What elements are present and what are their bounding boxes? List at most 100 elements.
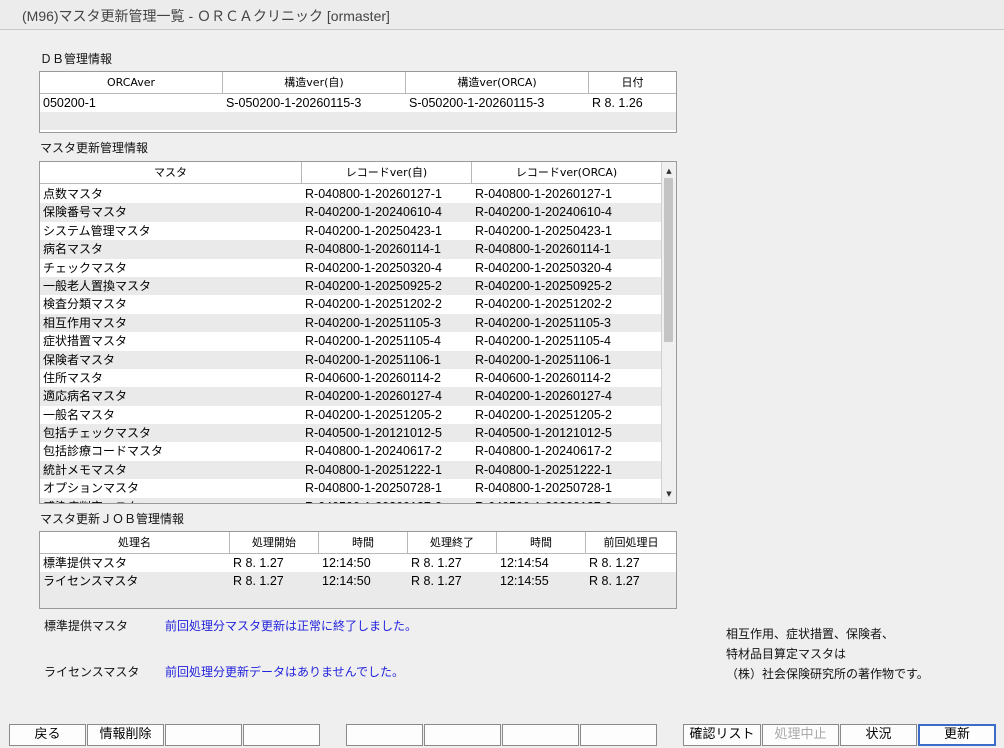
cell-record-ver-orca: R-040200-1-20240610-4 xyxy=(475,205,612,220)
message-text-license: 前回処理分更新データはありませんでした。 xyxy=(165,665,405,679)
copyright-line: 特材品目算定マスタは xyxy=(726,647,847,661)
master-scrollbar[interactable]: ▲ ▼ xyxy=(661,162,676,503)
scrollbar-thumb[interactable] xyxy=(664,178,673,342)
cell-record-ver-self: R-040200-1-20240610-4 xyxy=(305,205,442,220)
table-row[interactable]: 包括チェックマスタ R-040500-1-20121012-5 R-040500-1… xyxy=(40,424,661,443)
cell-master: 保険者マスタ xyxy=(43,352,116,367)
db-info-label: ＤＢ管理情報 xyxy=(40,52,113,66)
cell-process-name: 標準提供マスタ xyxy=(43,556,128,570)
cell-start-date: R 8. 1.27 xyxy=(233,574,284,589)
table-row[interactable]: ライセンスマスタ R 8. 1.27 12:14:50 R 8. 1.27 12:14:… xyxy=(40,572,676,591)
column-header-record-ver-self: レコードver(自) xyxy=(302,162,472,183)
table-row[interactable]: 検査分類マスタ R-040200-1-20251202-2 R-040200-1-2… xyxy=(40,295,661,313)
scroll-up-icon[interactable]: ▲ xyxy=(662,164,676,178)
column-header-process-name: 処理名 xyxy=(40,532,230,553)
cell-record-ver-orca: R-040200-1-20250423-1 xyxy=(475,223,612,238)
cell-record-ver-orca: R-040800-1-20240617-2 xyxy=(475,444,612,459)
table-row[interactable]: 標準提供マスタ R 8. 1.27 12:14:50 R 8. 1.27 12:14:5… xyxy=(40,554,676,572)
cell-record-ver-orca: R-040200-1-20251205-2 xyxy=(475,407,612,422)
table-row[interactable]: 統計メモマスタ R-040800-1-20251222-1 R-040800-1-2… xyxy=(40,460,661,480)
cell-record-ver-self: R-040200-1-20251105-3 xyxy=(305,315,441,330)
cell-record-ver-orca: R-040500-1-20121012-5 xyxy=(475,426,612,441)
job-info-label: マスタ更新ＪＯＢ管理情報 xyxy=(40,512,185,526)
confirm-list-button[interactable]: 確認リスト xyxy=(683,724,761,746)
cell-record-ver-self: R-040200-1-20251205-2 xyxy=(305,407,442,422)
table-row[interactable]: オプションマスタ R-040800-1-20250728-1 R-040800-1-… xyxy=(40,479,661,497)
f5-button[interactable] xyxy=(346,724,423,746)
cell-record-ver-self: R-040800-1-20260114-1 xyxy=(305,242,441,257)
cell-master: 保険番号マスタ xyxy=(43,205,128,220)
table-row[interactable]: 一般名マスタ R-040200-1-20251205-2 R-040200-1-20… xyxy=(40,406,661,424)
cell-record-ver-self: R-040200-1-20260127-4 xyxy=(305,389,442,404)
table-row[interactable]: 包括診療コードマスタ R-040800-1-20240617-2 R-040800-… xyxy=(40,442,661,460)
cell-record-ver-self: R-040200-1-20250925-2 xyxy=(305,278,442,293)
cell-record-ver-self: R-040800-1-20260127-1 xyxy=(305,187,442,201)
cell-record-ver-self: R-040200-1-20251202-2 xyxy=(305,297,442,312)
cell-master: オプションマスタ xyxy=(43,481,140,496)
cell-record-ver-orca: R-040200-1-20260127-4 xyxy=(475,389,612,404)
table-row[interactable]: 感染症判定マスタR-040500-1-20260127-2R-040500-1-… xyxy=(40,497,661,503)
cell-record-ver-self: R-040800-1-20250728-1 xyxy=(305,481,442,496)
copyright-line: （株）社会保険研究所の著作物です。 xyxy=(726,667,929,681)
table-row[interactable]: 住所マスタ R-040600-1-20260114-2 R-040600-1-202… xyxy=(40,369,661,387)
table-row[interactable]: 保険者マスタ R-040200-1-20251106-1 R-040200-1-20… xyxy=(40,350,661,369)
column-header-master: マスタ xyxy=(40,162,302,183)
f4-button[interactable] xyxy=(243,724,320,746)
cell-record-ver-orca: R-040500-1-20260127-2 xyxy=(472,498,661,503)
cell-record-ver-self: R-040600-1-20260114-2 xyxy=(305,370,441,385)
cell-end-time: 12:14:55 xyxy=(500,574,549,589)
cell-record-ver-orca: R-040600-1-20260114-2 xyxy=(475,370,611,385)
update-button[interactable]: 更新 xyxy=(918,724,996,746)
cell-record-ver-orca: R-040200-1-20251202-2 xyxy=(475,297,612,312)
table-row[interactable]: 点数マスタ R-040800-1-20260127-1 R-040800-1-202… xyxy=(40,185,661,203)
cell-end-date: R 8. 1.27 xyxy=(411,556,462,570)
f3-button[interactable] xyxy=(165,724,242,746)
db-info-table: ORCAver 構造ver(自) 構造ver(ORCA) 日付 050200-1 S-0… xyxy=(39,71,677,133)
cell-struct-ver-orca: S-050200-1-20260115-3 xyxy=(409,96,545,110)
table-row[interactable]: 相互作用マスタ R-040200-1-20251105-3 R-040200-1-2… xyxy=(40,313,661,333)
column-header-last-date: 前回処理日 xyxy=(603,536,659,549)
cell-master: 相互作用マスタ xyxy=(43,315,128,330)
table-row[interactable]: 症状措置マスタ R-040200-1-20251105-4 R-040200-1-2… xyxy=(40,332,661,350)
f8-button[interactable] xyxy=(580,724,657,746)
cell-master: 一般老人置換マスタ xyxy=(43,278,152,293)
column-header-end-date: 処理終了 xyxy=(408,532,497,553)
cell-master: チェックマスタ xyxy=(43,260,128,275)
table-row[interactable]: チェックマスタ R-040200-1-20250320-4 R-040200-1-2… xyxy=(40,259,661,277)
column-header-record-ver-orca: レコードver(ORCA) xyxy=(515,166,618,179)
table-row[interactable]: 病名マスタ R-040800-1-20260114-1 R-040800-1-202… xyxy=(40,240,661,259)
cell-record-ver-orca: R-040200-1-20250925-2 xyxy=(475,278,612,293)
message-label-standard: 標準提供マスタ xyxy=(44,619,129,633)
delete-info-button[interactable]: 情報削除 xyxy=(87,724,164,746)
cell-start-time: 12:14:50 xyxy=(322,556,371,570)
cell-master: 症状措置マスタ xyxy=(43,334,128,349)
cell-date: R 8. 1.26 xyxy=(592,96,643,110)
f7-button[interactable] xyxy=(502,724,579,746)
master-info-table[interactable]: マスタ レコードver(自) レコードver(ORCA) 点数マスタ R-040800… xyxy=(39,161,677,504)
table-empty-row xyxy=(40,112,676,131)
cell-master: 包括診療コードマスタ xyxy=(43,444,164,459)
cell-master: 包括チェックマスタ xyxy=(43,426,152,441)
f6-button[interactable] xyxy=(424,724,501,746)
cell-last-date: R 8. 1.27 xyxy=(589,556,640,570)
cell-orcaver: 050200-1 xyxy=(43,96,96,110)
scroll-down-icon[interactable]: ▼ xyxy=(662,487,676,501)
table-row[interactable]: システム管理マスタ R-040200-1-20250423-1 R-040200-1… xyxy=(40,222,661,240)
table-row[interactable]: 適応病名マスタ R-040200-1-20260127-4 R-040200-1-2… xyxy=(40,387,661,406)
column-header-start-time: 時間 xyxy=(319,532,408,553)
cell-master: 適応病名マスタ xyxy=(43,389,128,404)
cell-record-ver-orca: R-040200-1-20251105-3 xyxy=(475,315,611,330)
cell-record-ver-self: R-040500-1-20260127-2 xyxy=(302,498,472,503)
cell-process-name: ライセンスマスタ xyxy=(43,574,139,589)
back-button[interactable]: 戻る xyxy=(9,724,86,746)
cell-record-ver-self: R-040500-1-20121012-5 xyxy=(305,426,442,441)
status-button[interactable]: 状況 xyxy=(840,724,917,746)
table-row[interactable]: 一般老人置換マスタ R-040200-1-20250925-2 R-040200-1… xyxy=(40,276,661,296)
cell-last-date: R 8. 1.27 xyxy=(589,574,640,589)
stop-processing-button[interactable]: 処理中止 xyxy=(762,724,839,746)
cell-master: システム管理マスタ xyxy=(43,223,151,238)
table-row[interactable]: 050200-1 S-050200-1-20260115-3 S-050200-1-… xyxy=(40,94,676,112)
message-text-standard: 前回処理分マスタ更新は正常に終了しました。 xyxy=(165,619,418,633)
cell-record-ver-self: R-040200-1-20251106-1 xyxy=(305,352,441,367)
table-row[interactable]: 保険番号マスタ R-040200-1-20240610-4 R-040200-1-2… xyxy=(40,203,661,222)
